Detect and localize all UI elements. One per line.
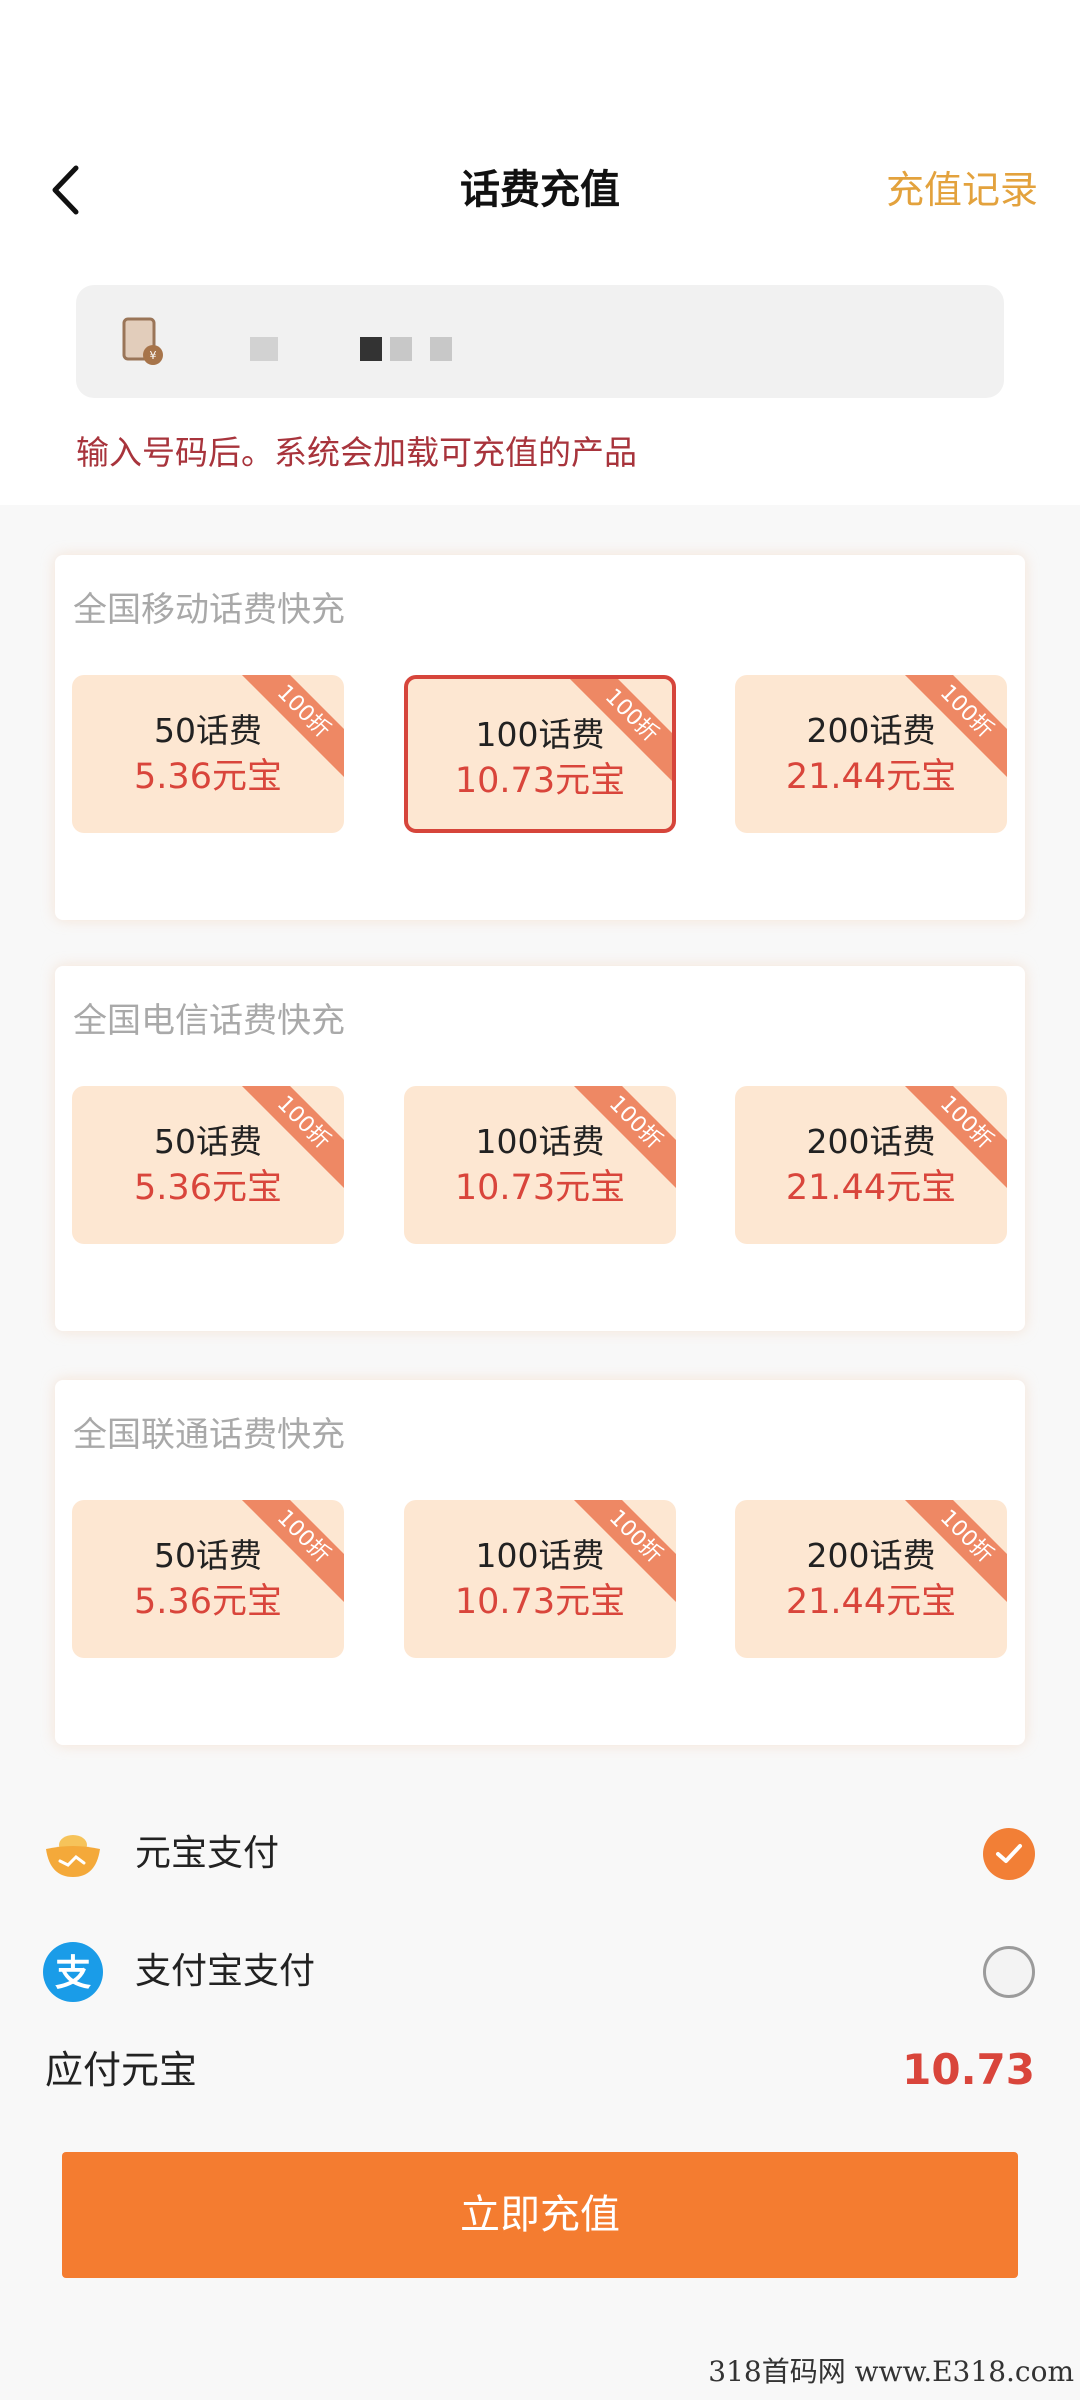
card-price: 21.44元宝 — [785, 757, 957, 797]
card-price: 21.44元宝 — [785, 1582, 957, 1622]
mobile-recharge-section: 全国移动话费快充 50话费 5.36元宝 100折 100话费 10.73元宝 … — [55, 555, 1025, 920]
card-price: 5.36元宝 — [134, 1168, 282, 1208]
amount-due-value: 10.73 — [902, 2045, 1035, 2094]
recharge-option-card[interactable]: 100话费 10.73元宝 100折 — [404, 1500, 676, 1658]
yuanbao-payment-option[interactable]: 元宝支付 — [0, 1808, 1080, 1898]
section-title: 全国联通话费快充 — [73, 1415, 345, 1455]
yuanbao-ingot-icon — [46, 1835, 100, 1877]
phone-recharge-icon: ¥ — [122, 317, 163, 365]
card-price: 21.44元宝 — [785, 1168, 957, 1208]
recharge-option-card[interactable]: 50话费 5.36元宝 100折 — [72, 1086, 344, 1244]
phone-input-box[interactable]: ¥ — [76, 285, 1004, 398]
svg-text:¥: ¥ — [150, 349, 157, 362]
amount-due-label: 应付元宝 — [45, 2048, 198, 2092]
recharge-record-link[interactable]: 充值记录 — [886, 160, 1038, 220]
recharge-option-card[interactable]: 200话费 21.44元宝 100折 — [735, 1086, 1007, 1244]
card-price: 10.73元宝 — [454, 1168, 626, 1208]
unicom-recharge-section: 全国联通话费快充 50话费 5.36元宝 100折 100话费 10.73元宝 … — [55, 1380, 1025, 1745]
masked-digits — [250, 337, 278, 361]
input-hint: 输入号码后。系统会加载可充值的产品 — [76, 433, 637, 472]
masked-digits — [360, 337, 382, 361]
back-button[interactable] — [40, 160, 90, 220]
card-price: 5.36元宝 — [134, 1582, 282, 1622]
payment-option-label: 支付宝支付 — [135, 1951, 316, 1992]
unselected-radio-icon[interactable] — [983, 1946, 1035, 1998]
recharge-now-button[interactable]: 立即充值 — [62, 2152, 1018, 2278]
svg-text:支: 支 — [55, 1953, 91, 1994]
alipay-payment-option[interactable]: 支 支付宝支付 — [0, 1926, 1080, 2016]
recharge-option-card-selected[interactable]: 100话费 10.73元宝 100折 — [404, 675, 676, 833]
recharge-option-card[interactable]: 50话费 5.36元宝 100折 — [72, 675, 344, 833]
recharge-option-card[interactable]: 200话费 21.44元宝 100折 — [735, 675, 1007, 833]
alipay-icon: 支 — [43, 1942, 103, 2002]
phone-number-field[interactable] — [196, 305, 976, 379]
recharge-option-card[interactable]: 200话费 21.44元宝 100折 — [735, 1500, 1007, 1658]
card-price: 10.73元宝 — [454, 761, 626, 801]
header-area: 话费充值 充值记录 ¥ 输入号码后。系统会加载可充值的产品 — [0, 0, 1080, 505]
watermark-text: 318首码网 www.E318.com — [708, 2355, 1074, 2388]
card-price: 10.73元宝 — [454, 1582, 626, 1622]
back-arrow-icon — [52, 165, 79, 215]
payment-option-label: 元宝支付 — [135, 1833, 280, 1874]
recharge-option-card[interactable]: 100话费 10.73元宝 100折 — [404, 1086, 676, 1244]
section-title: 全国电信话费快充 — [73, 1001, 345, 1041]
selected-check-icon[interactable] — [983, 1828, 1035, 1880]
recharge-option-card[interactable]: 50话费 5.36元宝 100折 — [72, 1500, 344, 1658]
masked-digits — [390, 337, 412, 361]
telecom-recharge-section: 全国电信话费快充 50话费 5.36元宝 100折 100话费 10.73元宝 … — [55, 966, 1025, 1331]
masked-digits — [430, 337, 452, 361]
section-title: 全国移动话费快充 — [73, 590, 345, 630]
card-price: 5.36元宝 — [134, 757, 282, 797]
